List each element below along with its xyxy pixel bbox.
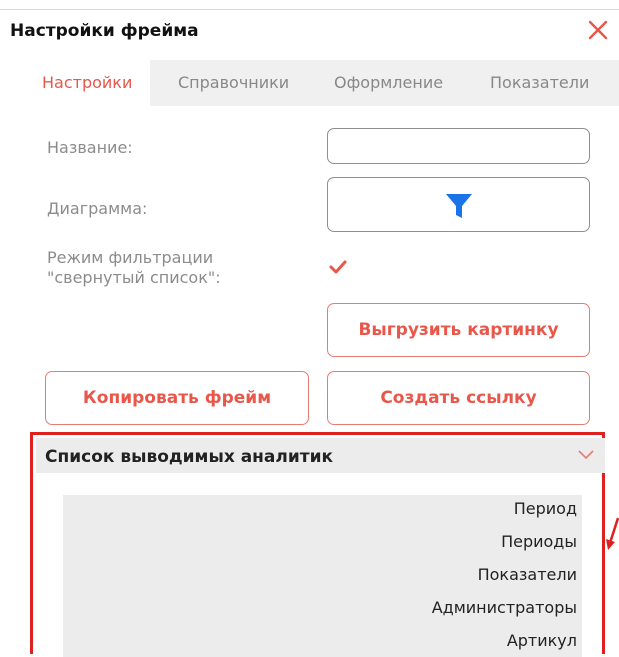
tab-bar: Настройки Справочники Оформление Показат… [24,60,619,106]
arrow-icon [606,517,619,550]
export-image-button[interactable]: Выгрузить картинку [327,303,590,357]
tab-settings[interactable]: Настройки [24,60,151,106]
dialog-header: Настройки фрейма [0,10,619,54]
analytics-section-header[interactable]: Список выводимых аналитик [36,438,605,473]
name-label: Название: [47,138,133,157]
list-item[interactable]: Показатели [478,565,577,584]
list-item[interactable]: Администраторы [432,598,577,617]
tab-indicators[interactable]: Показатели [490,60,589,106]
list-item[interactable]: Периоды [501,532,577,551]
filter-mode-label-line1: Режим фильтрации [47,248,214,267]
list-item[interactable]: Период [514,499,577,518]
create-link-button[interactable]: Создать ссылку [327,371,590,425]
checkmark-icon[interactable] [328,258,348,276]
tab-directories[interactable]: Справочники [178,60,289,106]
chart-selector[interactable] [327,177,590,232]
dialog-title: Настройки фрейма [10,21,199,41]
list-item[interactable]: Артикул [507,631,577,650]
tab-design[interactable]: Оформление [334,60,443,106]
analytics-section: Список выводимых аналитик Период Периоды… [30,432,605,657]
filter-mode-label-line2: "свернутый список": [47,268,221,287]
chevron-down-icon[interactable] [578,450,594,460]
analytics-section-title: Список выводимых аналитик [45,447,334,467]
funnel-icon [446,194,472,218]
name-input[interactable] [327,128,590,164]
copy-frame-button[interactable]: Копировать фрейм [45,371,309,425]
analytics-list: Период Периоды Показатели Администраторы… [63,495,582,657]
close-icon[interactable] [586,18,610,42]
chart-label: Диаграмма: [47,199,148,218]
